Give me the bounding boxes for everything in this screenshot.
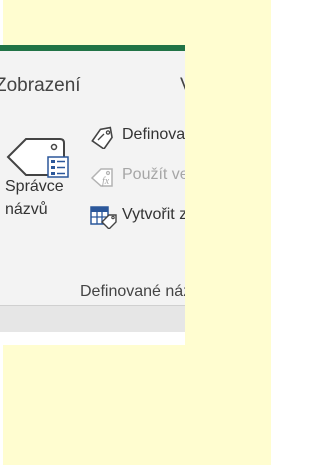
use-in-formula-label: Použít ve vzorci [122, 166, 185, 183]
formula-bar-strip [0, 305, 185, 332]
name-manager-icon [6, 138, 69, 178]
name-manager-label-line2: názvů [5, 201, 48, 218]
create-from-selection-icon [90, 206, 117, 229]
ribbon-tabs: Zobrazení V [0, 51, 185, 109]
tab-partial-next[interactable]: V [180, 75, 185, 97]
tab-view[interactable]: Zobrazení [0, 75, 81, 97]
ribbon-bottom-edge [0, 305, 185, 345]
excel-ribbon-fragment: Zobrazení V Správce názvů Definovat náze… [0, 45, 185, 345]
define-name-label: Definovat název [122, 126, 185, 143]
tag-icon [91, 126, 113, 149]
fx-tag-icon: fx [90, 168, 113, 187]
svg-text:fx: fx [102, 176, 110, 187]
name-manager-label-line1: Správce [5, 178, 64, 195]
create-from-selection-label: Vytvořit z výběru [122, 206, 185, 223]
group-label-defined-names: Definované názvy [80, 283, 185, 300]
